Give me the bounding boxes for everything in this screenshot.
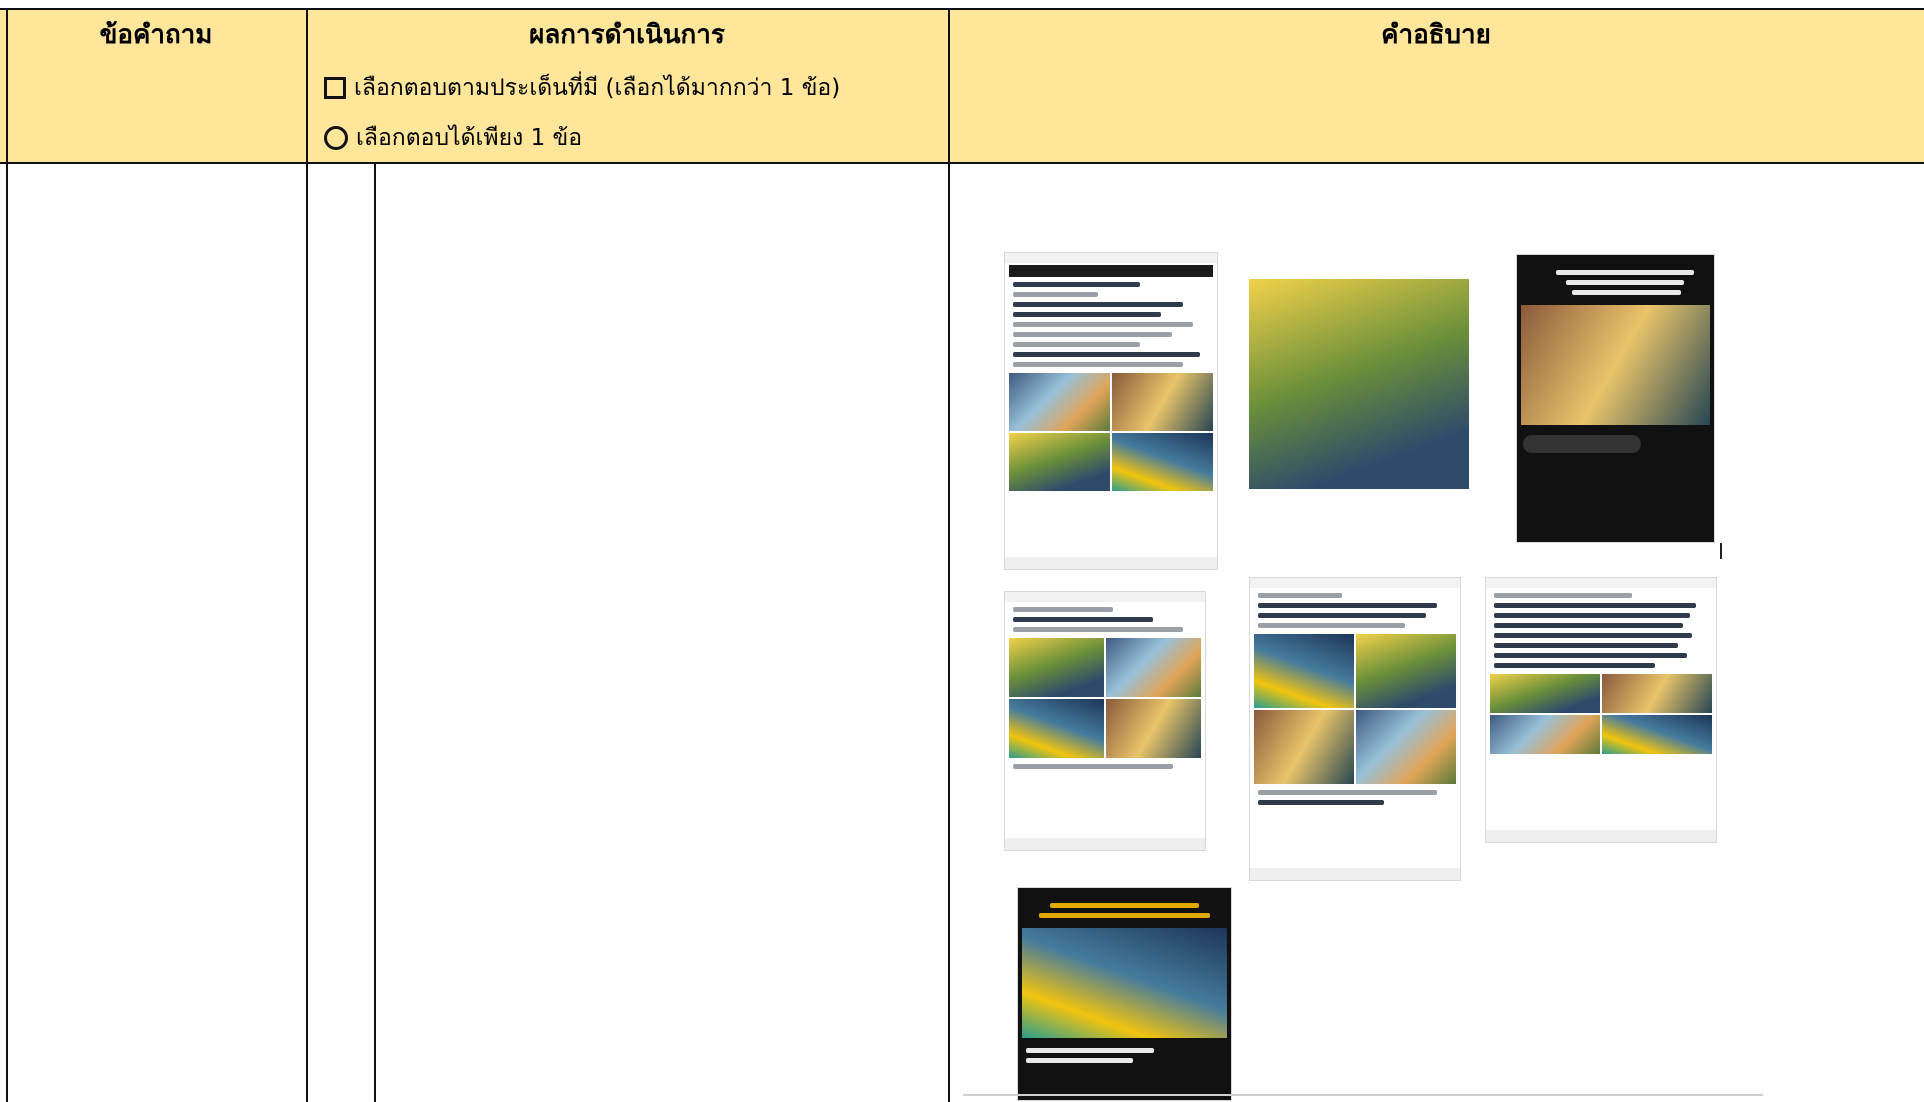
text-cursor <box>1720 543 1722 559</box>
option-single: เลือกตอบได้เพียง 1 ข้อ <box>324 120 582 156</box>
header-explanation: คำอธิบาย <box>1381 20 1491 50</box>
bottom-divider <box>963 1094 1763 1096</box>
evidence-facebook-post-4 <box>1486 578 1716 842</box>
radio-icon <box>324 126 348 150</box>
border-col1 <box>306 8 308 1102</box>
evidence-tiktok-video <box>1517 255 1714 542</box>
option-multi: เลือกตอบตามประเด็นที่มี (เลือกได้มากกว่า… <box>324 70 840 106</box>
evidence-facebook-post-1 <box>1005 253 1217 569</box>
evidence-facebook-post-2 <box>1005 592 1205 850</box>
border-col2 <box>948 8 950 1102</box>
border-inner <box>374 164 376 1102</box>
option-multi-label: เลือกตอบตามประเด็นที่มี (เลือกได้มากกว่า… <box>354 75 841 101</box>
header-question: ข้อคำถาม <box>99 20 213 50</box>
border-left <box>6 8 8 1102</box>
evidence-video-screenshot <box>1018 888 1231 1100</box>
option-single-label: เลือกตอบได้เพียง 1 ข้อ <box>356 125 583 151</box>
header-result: ผลการดำเนินการ <box>529 20 725 50</box>
evidence-facebook-post-3 <box>1250 578 1460 880</box>
evaluation-table: ข้อคำถาม ผลการดำเนินการ คำอธิบาย เลือกตอ… <box>0 0 1924 1102</box>
evidence-group-photo <box>1249 279 1469 489</box>
checkbox-icon <box>324 77 346 99</box>
